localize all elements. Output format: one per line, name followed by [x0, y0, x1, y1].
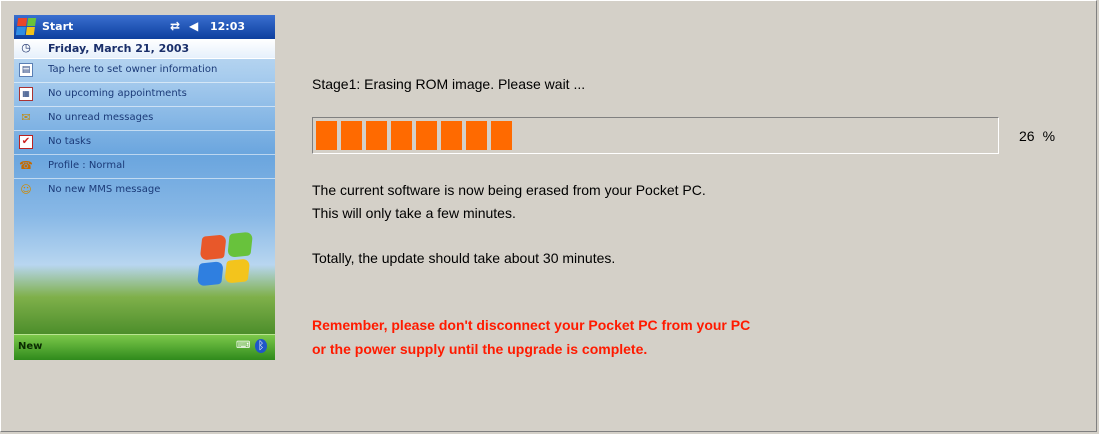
progress-block — [491, 121, 512, 150]
calendar-icon: ▦ — [19, 87, 33, 101]
clock-time[interactable]: 12:03 — [210, 20, 245, 33]
info-duration-text: This will only take a few minutes. — [312, 205, 516, 221]
today-messages-label: No unread messages — [48, 112, 154, 123]
new-menu-button[interactable]: New — [18, 341, 42, 352]
windows-flag-logo — [196, 231, 254, 287]
progress-block — [441, 121, 462, 150]
today-tasks-label: No tasks — [48, 136, 92, 147]
progress-block — [466, 121, 487, 150]
input-panel-icon[interactable]: ⌨ — [236, 340, 250, 351]
progress-percent-value: 26 — [1019, 128, 1035, 144]
pocket-pc-title-bar: Start ⇄ ◀︎ 12:03 — [14, 15, 275, 39]
today-appointments-row[interactable]: ▦ No upcoming appointments — [14, 83, 275, 107]
today-mms-label: No new MMS message — [48, 184, 161, 195]
envelope-icon: ✉ — [21, 111, 31, 124]
connectivity-icon[interactable]: ⇄ — [170, 19, 180, 33]
progress-percent-readout: 26% — [1019, 128, 1055, 144]
progress-block — [416, 121, 437, 150]
tasks-checkbox-icon: ✔ — [19, 135, 33, 149]
today-owner-label: Tap here to set owner information — [48, 64, 218, 75]
today-tasks-row[interactable]: ✔ No tasks — [14, 131, 275, 155]
progress-bar-fill — [316, 121, 512, 150]
progress-block — [391, 121, 412, 150]
info-total-time-text: Totally, the update should take about 30… — [312, 250, 616, 266]
today-date-row[interactable]: ◷ Friday, March 21, 2003 — [14, 39, 275, 59]
mms-message-icon: ☺ — [20, 183, 32, 196]
today-profile-row[interactable]: ☎ Profile : Normal — [14, 155, 275, 179]
bluetooth-icon[interactable]: ᛒ — [255, 339, 267, 353]
clock-icon: ◷ — [21, 41, 31, 54]
progress-bar — [312, 117, 999, 154]
today-messages-row[interactable]: ✉ No unread messages — [14, 107, 275, 131]
progress-percent-unit: % — [1042, 128, 1056, 144]
windows-flag-icon[interactable] — [15, 18, 37, 35]
owner-card-icon: ▤ — [19, 63, 33, 77]
progress-block — [341, 121, 362, 150]
volume-icon[interactable]: ◀︎ — [189, 19, 198, 33]
progress-block — [316, 121, 337, 150]
pocket-pc-screen: Start ⇄ ◀︎ 12:03 ◷ Friday, March 21, 200… — [14, 15, 275, 360]
info-erasing-text: The current software is now being erased… — [312, 182, 706, 198]
today-mms-row[interactable]: ☺ No new MMS message — [14, 179, 275, 202]
warning-line-2: or the power supply until the upgrade is… — [312, 341, 648, 357]
progress-block — [366, 121, 387, 150]
pocket-pc-menu-bar: New ⌨ ᛒ — [14, 334, 275, 360]
warning-line-1: Remember, please don't disconnect your P… — [312, 317, 751, 333]
today-date-label: Friday, March 21, 2003 — [48, 42, 190, 55]
phone-profile-icon: ☎ — [19, 159, 33, 172]
today-profile-label: Profile : Normal — [48, 160, 126, 171]
today-appointments-label: No upcoming appointments — [48, 88, 187, 99]
start-menu-label[interactable]: Start — [42, 20, 73, 33]
stage-status-text: Stage1: Erasing ROM image. Please wait .… — [312, 76, 586, 92]
today-owner-row[interactable]: ▤ Tap here to set owner information — [14, 59, 275, 83]
